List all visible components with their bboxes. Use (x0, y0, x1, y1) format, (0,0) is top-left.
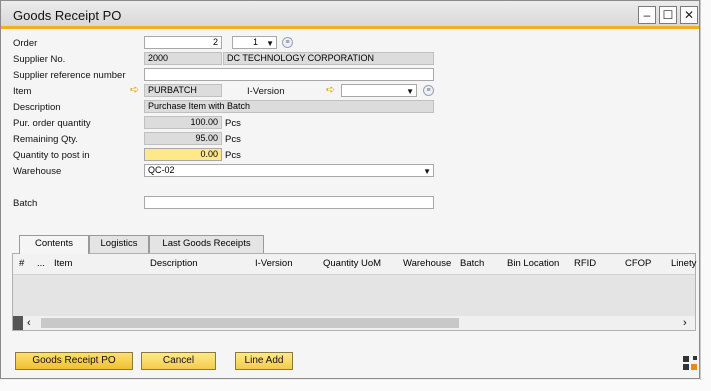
chevron-down-icon: ▼ (406, 87, 414, 96)
link-arrow-icon[interactable]: ➪ (130, 85, 143, 96)
post-qty-input[interactable]: 0.00 (144, 148, 222, 161)
warehouse-dropdown[interactable]: QC-02 ▼ (144, 164, 434, 177)
line-details-icon[interactable]: ≡ (282, 37, 293, 48)
cancel-button[interactable]: Cancel (141, 352, 216, 370)
close-button[interactable]: ✕ (680, 6, 698, 24)
iversion-details-icon[interactable]: ≡ (423, 85, 434, 96)
remaining-label: Remaining Qty. (13, 134, 78, 145)
background-window-edge-bottom (0, 380, 711, 391)
chevron-right-icon[interactable]: › (683, 316, 687, 330)
tab-logistics[interactable]: Logistics (89, 235, 149, 253)
column-header[interactable]: Batch (460, 258, 484, 269)
column-header[interactable]: CFOP (625, 258, 651, 269)
iversion-dropdown[interactable]: ▼ (341, 84, 417, 97)
supplier-no-field: 2000 (144, 52, 222, 65)
description-label: Description (13, 102, 61, 113)
warehouse-value: QC-02 (148, 165, 175, 175)
pur-qty-unit: Pcs (225, 118, 241, 129)
tab-contents[interactable]: Contents (19, 235, 89, 254)
chevron-left-icon[interactable]: ‹ (27, 316, 31, 330)
chevron-down-icon: ▼ (423, 167, 431, 176)
item-field: PURBATCH (144, 84, 222, 97)
line-add-button[interactable]: Line Add (235, 352, 293, 370)
window-title: Goods Receipt PO (13, 8, 122, 23)
column-header[interactable]: Item (54, 258, 72, 269)
resize-handle-icon[interactable] (683, 356, 699, 372)
horizontal-scrollbar[interactable]: ‹ › (13, 316, 695, 330)
background-window-edge (700, 0, 711, 391)
chevron-down-icon: ▼ (266, 39, 274, 48)
goods-receipt-po-button[interactable]: Goods Receipt PO (15, 352, 133, 370)
minimize-button[interactable]: – (638, 6, 656, 24)
batch-label: Batch (13, 198, 38, 209)
tab-last-goods-receipts[interactable]: Last Goods Receipts (149, 235, 264, 253)
description-field: Purchase Item with Batch (144, 100, 434, 113)
column-header[interactable]: Description (150, 258, 198, 269)
column-header[interactable]: RFID (574, 258, 596, 269)
table-row[interactable] (13, 274, 695, 316)
link-arrow-icon[interactable]: ➪ (326, 85, 339, 96)
pur-qty-field: 100.00 (144, 116, 222, 129)
order-line-value: 1 (252, 37, 258, 47)
order-line-dropdown[interactable]: 1 ▼ (232, 36, 277, 49)
grid-header: # ... Item Description I-Version Quantit… (13, 254, 696, 274)
supplier-name-field: DC TECHNOLOGY CORPORATION (223, 52, 434, 65)
supplier-ref-input[interactable] (144, 68, 434, 81)
order-number-field[interactable]: 2 (144, 36, 222, 49)
item-label: Item (13, 86, 32, 97)
supplier-ref-label: Supplier reference number (13, 70, 126, 81)
column-header[interactable]: Quantity UoM (323, 258, 381, 269)
contents-grid: # ... Item Description I-Version Quantit… (12, 253, 696, 331)
post-qty-label: Quantity to post in (13, 150, 90, 161)
column-header[interactable]: Bin Location (507, 258, 559, 269)
goods-receipt-dialog: Goods Receipt PO – ☐ ✕ Order 2 1 ▼ ≡ Sup… (0, 0, 700, 379)
column-header[interactable]: I-Version (255, 258, 293, 269)
pur-qty-label: Pur. order quantity (13, 118, 91, 129)
post-qty-unit: Pcs (225, 150, 241, 161)
title-bar[interactable]: Goods Receipt PO – ☐ ✕ (1, 1, 699, 29)
remaining-field: 95.00 (144, 132, 222, 145)
column-header[interactable]: ... (37, 258, 45, 269)
order-label: Order (13, 38, 38, 49)
column-header[interactable]: Linety (671, 258, 696, 269)
iversion-label: I-Version (247, 86, 285, 97)
batch-input[interactable] (144, 196, 434, 209)
column-header[interactable]: Warehouse (403, 258, 451, 269)
supplier-no-label: Supplier No. (13, 54, 66, 65)
column-header[interactable]: # (19, 258, 24, 269)
warehouse-label: Warehouse (13, 166, 62, 177)
remaining-unit: Pcs (225, 134, 241, 145)
scrollbar-thumb[interactable] (41, 318, 459, 328)
maximize-button[interactable]: ☐ (659, 6, 677, 24)
row-selector[interactable] (13, 316, 23, 330)
